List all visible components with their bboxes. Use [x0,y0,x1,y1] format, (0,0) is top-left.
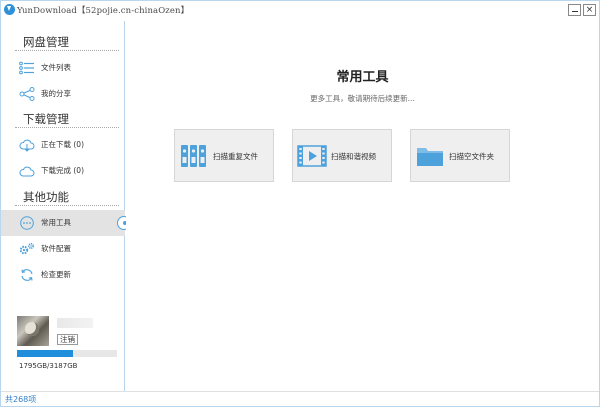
duplicate-files-icon [181,145,206,167]
minimize-button[interactable] [568,4,581,16]
page-title: 常用工具 [336,70,389,85]
logout-button[interactable]: 注销 [57,334,78,345]
app-window: YunDownload【52pojie.cn-chinaOzen】 × 网盘管理… [0,0,600,407]
section-divider [15,205,119,206]
scan-duplicate-files-button[interactable]: 扫描重复文件 [174,129,274,182]
section-title-other-functions: 其他功能 [23,190,69,204]
close-button[interactable]: × [583,4,596,16]
folder-icon [417,148,443,166]
sidebar-item-common-tools[interactable]: 常用工具 [1,210,131,236]
page-subtitle: 更多工具，敬请期待后续更新... [310,94,415,103]
storage-usage-text: 1795GB/3187GB [19,362,78,370]
refresh-icon [21,269,33,281]
sidebar-item-label: 正在下载 (0) [41,140,85,149]
status-bar: 共268项 [1,391,599,406]
cloud-download-icon [19,139,35,152]
list-icon [19,61,34,75]
sidebar-item-downloading[interactable]: 正在下载 (0) [1,132,125,158]
sidebar-item-label: 文件列表 [41,63,71,72]
video-film-icon [297,145,327,167]
section-title-download-management: 下载管理 [23,112,69,126]
section-divider [15,50,119,51]
window-controls: × [568,4,596,16]
sidebar-item-label: 我的分享 [41,89,71,98]
sidebar-item-label: 常用工具 [41,218,71,227]
main-content: 常用工具 更多工具，敬请期待后续更新... 扫描重复文件 扫描和谐视频 扫描空文… [126,21,599,391]
sidebar-item-check-update[interactable]: 检查更新 [1,262,125,288]
tool-label: 扫描重复文件 [213,152,258,161]
scan-video-button[interactable]: 扫描和谐视频 [292,129,392,182]
tools-icon [20,216,34,230]
sidebar-item-download-complete[interactable]: 下载完成 (0) [1,158,125,184]
title-bar[interactable]: YunDownload【52pojie.cn-chinaOzen】 × [1,1,599,21]
sidebar-item-my-share[interactable]: 我的分享 [1,81,125,107]
section-divider [15,127,119,128]
window-title: YunDownload【52pojie.cn-chinaOzen】 [17,6,190,16]
download-app-icon [4,4,15,15]
avatar[interactable] [17,316,49,346]
tool-label: 扫描空文件夹 [449,152,494,161]
sidebar-item-file-list[interactable]: 文件列表 [1,55,125,81]
storage-usage-bar [17,350,117,357]
gears-icon [19,242,35,255]
share-icon [19,87,35,101]
cloud-done-icon [19,166,35,177]
tool-label: 扫描和谐视频 [331,152,376,161]
storage-usage-fill [17,350,74,357]
username-redacted [57,318,93,328]
sidebar-item-label: 软件配置 [41,244,71,253]
sidebar-item-label: 下载完成 (0) [41,166,85,175]
section-title-cloud-drive: 网盘管理 [23,35,69,49]
sidebar-item-label: 检查更新 [41,270,71,279]
scan-empty-folders-button[interactable]: 扫描空文件夹 [410,129,510,182]
item-count: 共268项 [5,395,37,404]
sidebar-item-settings[interactable]: 软件配置 [1,236,125,262]
sidebar: 网盘管理 文件列表 我的分享 下载管理 正在下载 (0) 下载完成 (0) 其他… [1,21,131,391]
